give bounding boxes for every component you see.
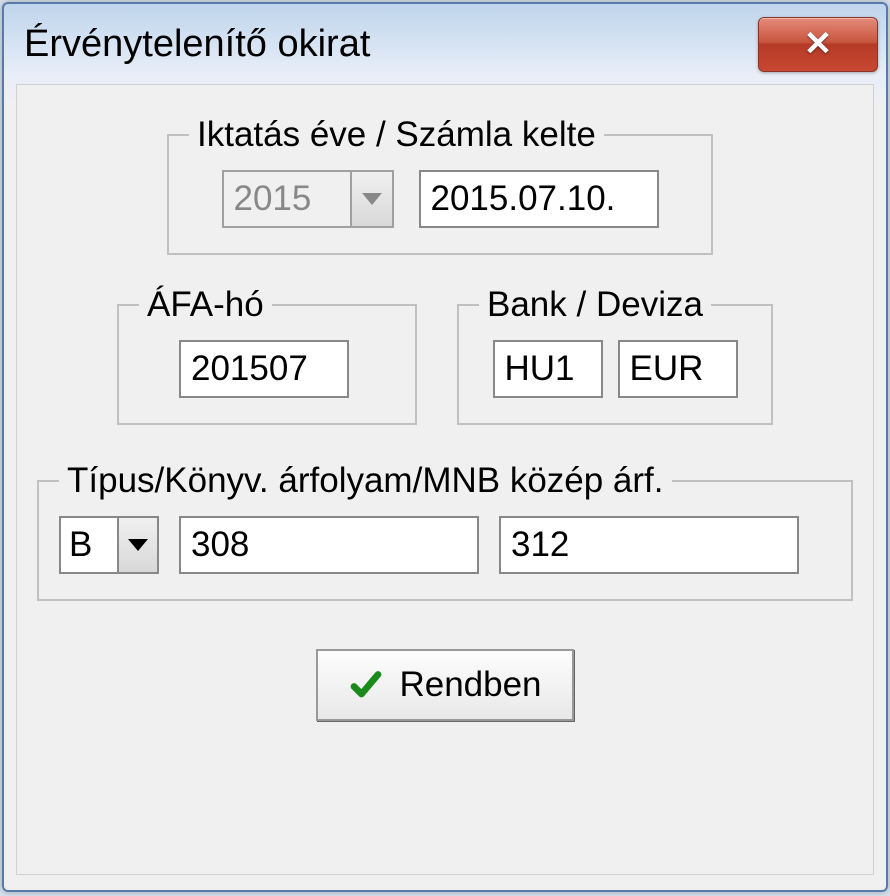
chevron-down-icon [362, 193, 382, 205]
close-icon: ✕ [804, 24, 833, 64]
client-area: Iktatás éve / Számla kelte 2015 2015.07.… [16, 84, 874, 875]
type-dropdown-button[interactable] [119, 516, 159, 574]
bank-input[interactable]: HU1 [493, 340, 603, 398]
book-rate-input[interactable]: 308 [179, 516, 479, 574]
year-value: 2015 [222, 170, 352, 228]
year-combo: 2015 [222, 170, 394, 228]
afa-legend: ÁFA-hó [139, 285, 272, 325]
afa-month-input[interactable]: 201507 [179, 340, 349, 398]
bank-legend: Bank / Deviza [479, 285, 711, 325]
year-dropdown-button [352, 170, 394, 228]
afa-group: ÁFA-hó 201507 [117, 285, 417, 425]
currency-input[interactable]: EUR [618, 340, 738, 398]
window-title: Érvénytelenítő okirat [24, 23, 370, 66]
rate-legend: Típus/Könyv. árfolyam/MNB közép árf. [59, 461, 672, 501]
year-date-group: Iktatás éve / Számla kelte 2015 2015.07.… [167, 115, 713, 255]
type-combo[interactable]: B [59, 516, 159, 574]
bank-group: Bank / Deviza HU1 EUR [457, 285, 773, 425]
titlebar: Érvénytelenítő okirat ✕ [4, 4, 886, 84]
dialog-window: Érvénytelenítő okirat ✕ Iktatás éve / Sz… [2, 2, 888, 892]
mnb-rate-input[interactable]: 312 [499, 516, 799, 574]
check-icon [348, 667, 384, 703]
button-row: Rendben [37, 649, 853, 721]
chevron-down-icon [128, 539, 148, 551]
type-value: B [59, 516, 119, 574]
date-input[interactable]: 2015.07.10. [419, 170, 659, 228]
ok-button[interactable]: Rendben [316, 649, 573, 721]
close-button[interactable]: ✕ [758, 17, 878, 72]
year-date-legend: Iktatás éve / Számla kelte [189, 115, 604, 155]
rate-group: Típus/Könyv. árfolyam/MNB közép árf. B 3… [37, 461, 853, 601]
ok-button-label: Rendben [399, 665, 541, 705]
